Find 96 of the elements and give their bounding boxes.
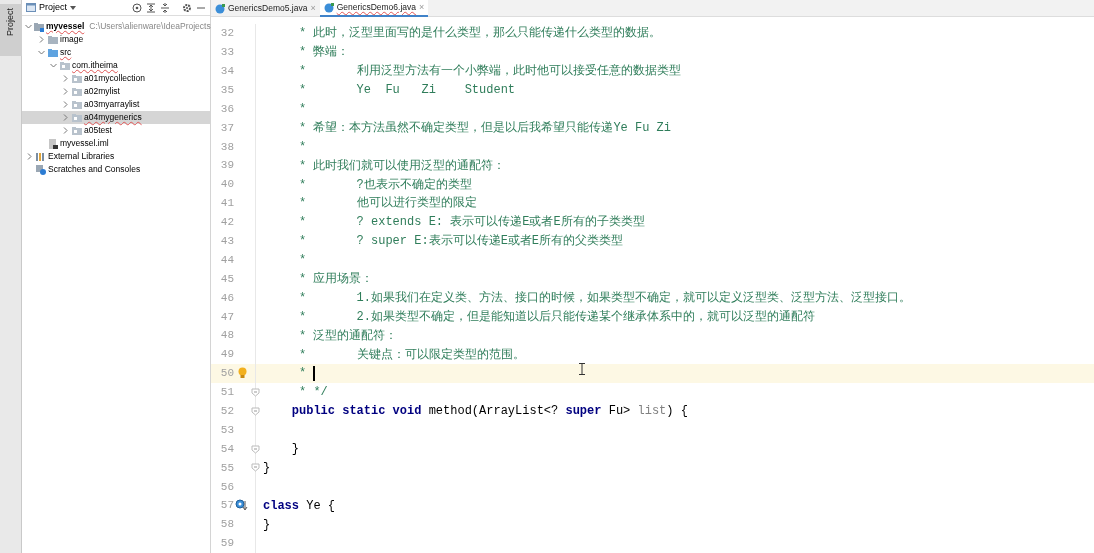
line-number: 54: [219, 441, 234, 457]
fold-icon[interactable]: [251, 406, 260, 416]
bars-icon: [36, 151, 46, 162]
editor-tab[interactable]: GenericsDemo6.java ×: [319, 0, 429, 17]
tree-item[interactable]: External Libraries: [22, 150, 210, 163]
code-line: * 他可以进行类型的限定: [298, 195, 477, 213]
line-number: 35: [219, 82, 234, 98]
code-line: * 关键点：可以限定类型的范围。: [298, 346, 525, 364]
code-line: *: [298, 365, 308, 383]
class-icon: [215, 3, 225, 14]
crosshair-icon[interactable]: [132, 2, 142, 13]
line-number: 45: [219, 271, 234, 287]
line-number: 36: [219, 101, 234, 117]
line-number: 42: [219, 215, 234, 231]
code-line: * 利用泛型方法有一个小弊端，此时他可以接受任意的数据类型: [298, 63, 681, 81]
line-number: 43: [219, 234, 234, 249]
tree-item[interactable]: image: [22, 33, 210, 46]
tree-item[interactable]: Scratches and Consoles: [22, 163, 210, 176]
code-line: * 弊端：: [298, 44, 350, 62]
line-number: 58: [219, 517, 234, 533]
code-line: * 应用场景：: [298, 271, 374, 288]
code-line: * 希望：本方法虽然不确定类型，但是以后我希望只能传递Ye Fu Zi: [298, 119, 672, 137]
code-line: public static void method(ArrayList<? super Fu> list) {: [290, 403, 688, 421]
fold-icon[interactable]: [251, 387, 260, 397]
tree-item[interactable]: src: [22, 46, 210, 59]
tree-item[interactable]: a02mylist: [22, 85, 210, 98]
line-number: 55: [219, 460, 234, 476]
folder-icon: [72, 112, 82, 123]
line-number: 50: [219, 366, 234, 382]
line-number: 33: [219, 45, 234, 61]
code-line: *: [298, 138, 307, 156]
folder-icon: [48, 34, 58, 45]
line-number: 38: [219, 139, 234, 155]
code-line: * 2.如果类型不确定，但是能知道以后只能传递某个继承体系中的，就可以泛型的通配符: [298, 308, 816, 326]
line-number: 57: [219, 498, 234, 514]
code-line: * */: [298, 384, 328, 402]
code-line: * 1.如果我们在定义类、方法、接口的时候，如果类型不确定，就可以定义泛型类、泛型方法、泛型接口。: [298, 289, 912, 307]
fold-icon[interactable]: [251, 444, 260, 454]
class-icon: [323, 2, 334, 13]
fold-icon[interactable]: [251, 463, 260, 473]
code-line: class Ye {: [262, 497, 336, 515]
code-line: * Ye Fu Zi Student: [298, 82, 516, 100]
tree-item[interactable]: a01mycollection: [22, 72, 210, 85]
file-icon: [48, 138, 58, 149]
window-icon: [26, 3, 36, 12]
caret-icon: [70, 5, 76, 10]
folder-icon: [72, 86, 82, 97]
tree-item[interactable]: myvessel.iml: [22, 137, 210, 150]
line-number: 32: [219, 26, 234, 42]
collapse-all-icon[interactable]: [160, 2, 170, 13]
tree-item[interactable]: com.itheima: [22, 59, 210, 72]
folder-icon: [48, 47, 58, 58]
line-number: 39: [219, 158, 234, 174]
line-number: 41: [219, 196, 234, 212]
line-number: 52: [219, 404, 234, 419]
code-line: *: [298, 101, 307, 118]
line-number: 49: [219, 347, 234, 363]
folder-icon: [34, 21, 44, 32]
folder-icon: [60, 60, 70, 71]
tree-item[interactable]: a04mygenerics: [22, 111, 210, 124]
line-number: 51: [219, 385, 234, 401]
code-line: * ?也表示不确定的类型: [298, 176, 472, 194]
line-number: 46: [219, 290, 234, 306]
settings-icon[interactable]: [182, 2, 192, 13]
mouse-cursor-icon: [579, 363, 585, 375]
folder-icon: [72, 73, 82, 84]
expand-all-icon[interactable]: [146, 2, 156, 13]
line-number: 48: [219, 328, 234, 344]
editor-tab[interactable]: GenericsDemo5.java ×: [211, 0, 320, 17]
implemented-icon[interactable]: [235, 499, 248, 512]
code-line: * 泛型的通配符：: [298, 327, 398, 345]
line-number: 37: [219, 120, 234, 136]
scratch-icon: [36, 164, 46, 175]
code-line: * 此时，泛型里面写的是什么类型，那么只能传递什么类型的数据。: [298, 25, 662, 43]
tree-item[interactable]: myvessel C:\Users\alienware\IdeaProjects: [22, 20, 210, 33]
tree-item[interactable]: a03myarraylist: [22, 98, 210, 111]
line-number: 44: [219, 252, 234, 268]
project-tool-tab[interactable]: Project: [0, 4, 22, 56]
folder-icon: [72, 99, 82, 110]
code-line: * ? extends E: 表示可以传递E或者E所有的子类类型: [298, 214, 645, 232]
line-number: 47: [219, 309, 234, 325]
line-number: 34: [219, 63, 234, 79]
code-line: * ? super E:表示可以传递E或者E所有的父类类型: [298, 233, 624, 251]
panel-title-dropdown[interactable]: Project: [26, 0, 76, 15]
code-line: }: [290, 441, 299, 459]
code-line: }: [262, 459, 271, 477]
line-number: 56: [219, 479, 234, 495]
code-line: * 此时我们就可以使用泛型的通配符：: [298, 157, 506, 175]
line-number: 59: [219, 536, 234, 552]
lightbulb-icon[interactable]: [238, 367, 247, 380]
code-line: }: [262, 516, 271, 534]
code-line: *: [298, 252, 307, 270]
tree-item[interactable]: a05test: [22, 124, 210, 137]
folder-icon: [72, 125, 82, 136]
line-number: 53: [219, 422, 234, 438]
line-number: 40: [219, 177, 234, 193]
